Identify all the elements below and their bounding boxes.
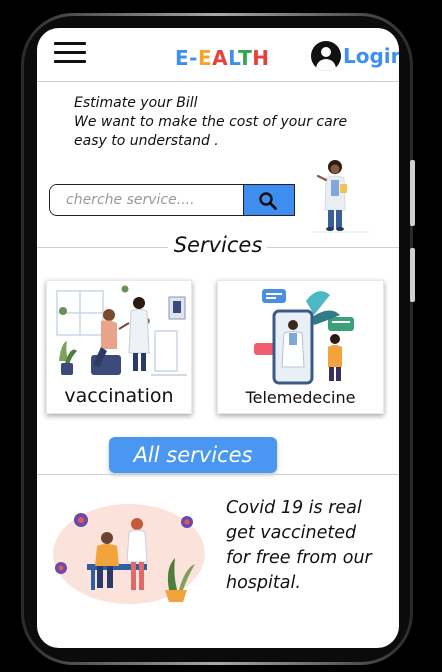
service-card-label: Telemedecine xyxy=(245,388,356,407)
covid-message: Covid 19 is real get vaccineted for free… xyxy=(226,496,372,596)
power-button xyxy=(410,160,415,226)
service-card-label: vaccination xyxy=(64,385,174,407)
brand-letter: T xyxy=(238,46,253,70)
all-services-button[interactable]: All services xyxy=(109,437,277,473)
services-title: Services xyxy=(173,233,263,257)
brand-letter: E xyxy=(175,46,190,70)
intro-text: Estimate your Bill We want to make the c… xyxy=(74,94,347,151)
service-card-vaccination[interactable]: vaccination xyxy=(46,280,192,414)
doctor-illustration xyxy=(313,160,369,233)
covid-line: get vaccineted xyxy=(226,523,357,543)
app-screen: E-EALTH Login Estimate your Bill We want… xyxy=(37,28,399,648)
brand-letter: H xyxy=(252,46,270,70)
covid-line: hospital. xyxy=(226,573,301,593)
covid-illustration xyxy=(53,504,205,604)
search-button[interactable] xyxy=(243,185,294,215)
services-divider-right xyxy=(267,247,399,248)
search-icon xyxy=(259,192,277,210)
intro-line: We want to make the cost of your care xyxy=(74,114,348,130)
section-divider xyxy=(37,474,399,475)
login-link[interactable]: Login xyxy=(343,44,399,68)
search-input[interactable] xyxy=(50,185,262,214)
intro-line: easy to understand . xyxy=(74,133,219,149)
volume-button xyxy=(410,248,415,302)
vaccination-illustration xyxy=(56,285,187,376)
header-divider xyxy=(37,81,399,82)
covid-line: for free from our xyxy=(226,548,372,568)
user-icon[interactable] xyxy=(311,41,341,71)
brand-letter: L xyxy=(228,46,239,70)
covid-line: Covid 19 is real xyxy=(226,498,362,518)
brand-letter: A xyxy=(212,46,229,70)
service-card-telemedecine[interactable]: Telemedecine xyxy=(217,280,384,414)
intro-title: Estimate your Bill xyxy=(74,95,198,111)
telemedecine-illustration xyxy=(254,289,354,385)
hamburger-icon[interactable] xyxy=(54,42,86,64)
brand-letter: E xyxy=(197,46,213,70)
brand-letter: - xyxy=(189,46,198,70)
search-bar xyxy=(49,184,295,216)
brand-logo: E-EALTH xyxy=(175,46,269,70)
